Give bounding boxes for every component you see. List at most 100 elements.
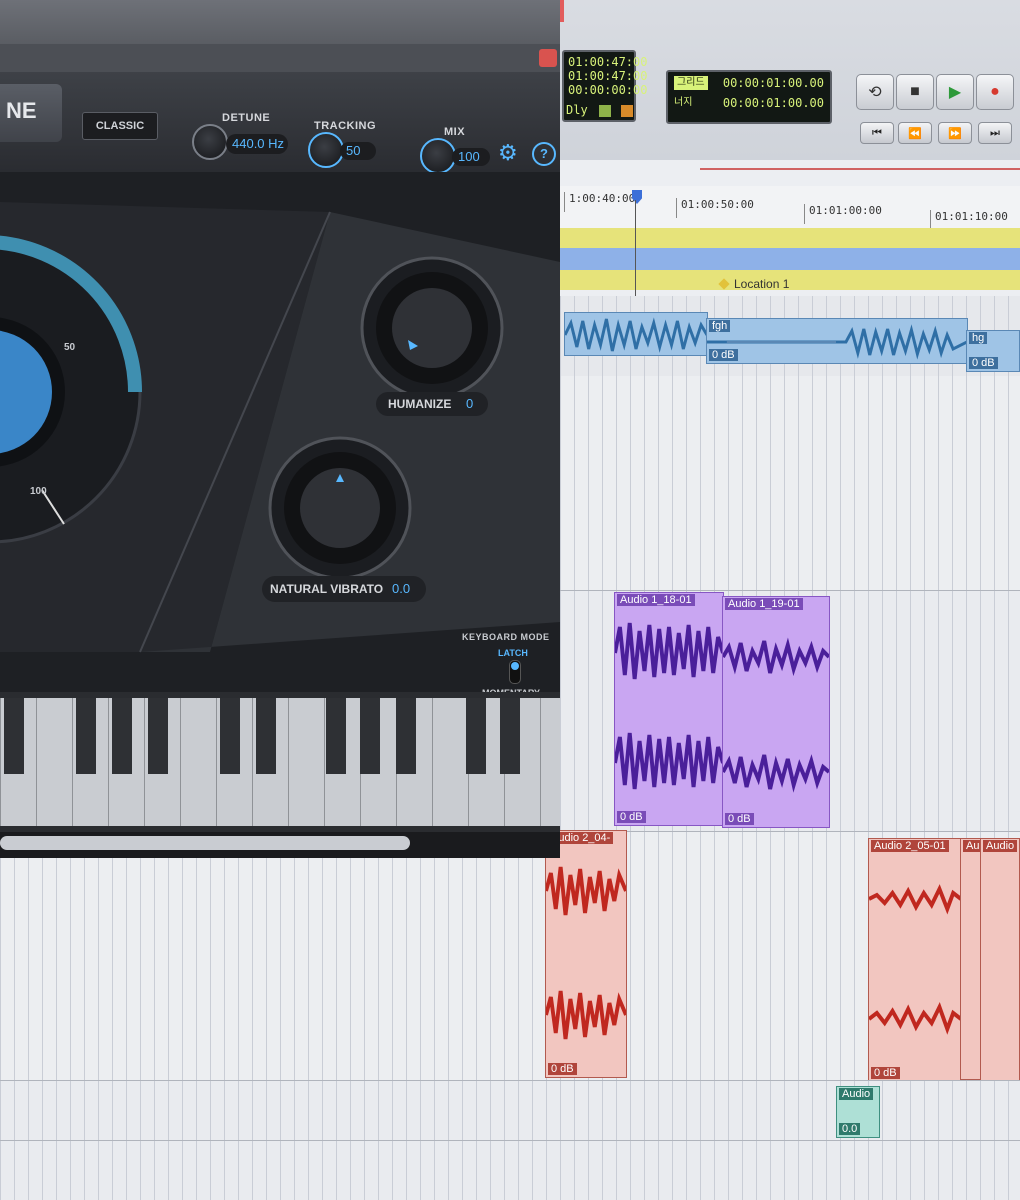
ruler-tick: 01:01:10:00 xyxy=(930,210,1008,230)
tracking-label: TRACKING xyxy=(314,120,377,132)
waveform xyxy=(565,317,707,353)
logo-text: NE xyxy=(6,98,37,123)
clip-name: Audio xyxy=(983,840,1018,852)
plugin-header-strip xyxy=(0,44,560,72)
vibrato-label: NATURAL VIBRATO xyxy=(270,582,384,596)
mix-value: 100 xyxy=(458,149,480,164)
grid-nudge-display: 그리드 00:00:01:00.00 너지 00:00:01:00.00 xyxy=(666,70,832,124)
waveform xyxy=(546,866,626,1040)
black-key[interactable] xyxy=(148,698,168,774)
humanize-value: 0 xyxy=(466,396,474,411)
black-key[interactable] xyxy=(4,698,24,774)
audio-clip-teal[interactable]: Audio 0.0 xyxy=(836,1086,880,1138)
mix-knob[interactable] xyxy=(420,138,456,174)
online-button[interactable]: ⟲ xyxy=(856,74,894,110)
waveform xyxy=(707,324,967,360)
clip-name: Audio 2_05-01 xyxy=(871,840,949,852)
black-key[interactable] xyxy=(500,698,520,774)
track-2-lane[interactable] xyxy=(560,376,1020,590)
clip-gain[interactable]: 0 dB xyxy=(725,813,754,825)
audio-clip-hg[interactable]: hg 0 dB xyxy=(966,330,1020,372)
classic-mode-button[interactable]: CLASSIC xyxy=(82,112,158,140)
clip-gain[interactable]: 0 dB xyxy=(617,811,646,823)
black-key[interactable] xyxy=(360,698,380,774)
ruler-tick: 1:00:40:00 xyxy=(564,192,635,212)
clip-gain[interactable]: 0 dB xyxy=(548,1063,577,1075)
rewind-button[interactable]: ⏪ xyxy=(898,122,932,144)
dly-label: Dly xyxy=(566,103,588,117)
stop-button[interactable]: ■ xyxy=(896,74,934,110)
black-key[interactable] xyxy=(256,698,276,774)
help-icon[interactable]: ? xyxy=(532,142,556,166)
clip-gain[interactable]: 0.0 xyxy=(839,1123,861,1135)
clip-name: Audio 1_19-01 xyxy=(725,598,803,610)
audio-clip-purple-a[interactable]: Audio 1_18-01 0 dB xyxy=(614,592,724,826)
audio-clip-fgh[interactable]: fgh 0 dB xyxy=(706,318,968,364)
clip-gain[interactable]: 0 dB xyxy=(969,357,998,369)
settings-gear-icon[interactable]: ⚙ xyxy=(498,140,518,166)
timecode-ruler[interactable]: 1:00:40:00 01:00:50:00 01:01:00:00 01:01… xyxy=(560,186,1020,230)
retune-speed-dial[interactable] xyxy=(0,202,160,602)
audio-clip[interactable] xyxy=(564,312,708,356)
ruler-tick: 01:01:00:00 xyxy=(804,204,882,224)
clip-gain[interactable]: 0 dB xyxy=(871,1067,900,1079)
black-key[interactable] xyxy=(220,698,240,774)
black-key[interactable] xyxy=(396,698,416,774)
go-to-end-button[interactable]: ⏭ xyxy=(978,122,1012,144)
plugin-main-panel: 50 100 HUMANIZE 0 NATURAL VIBRATO 0.0 KE… xyxy=(0,172,560,698)
waveform xyxy=(723,637,829,793)
grid-tag[interactable]: 그리드 xyxy=(674,76,708,90)
track-divider xyxy=(0,1140,1020,1141)
audio-clip-red-b[interactable]: Audio 2_05-01 0 dB xyxy=(868,838,962,1082)
track-4-lane[interactable] xyxy=(0,858,1020,1080)
dly-toggle-2[interactable] xyxy=(621,104,634,117)
marker-lane: Location 1 xyxy=(560,276,1020,296)
tracking-knob[interactable] xyxy=(308,132,344,168)
keyboard-mode-label: KEYBOARD MODE xyxy=(462,632,550,642)
audio-clip-red-a[interactable]: Audio 2_04- 0 dB xyxy=(545,830,627,1078)
humanize-knob[interactable] xyxy=(358,254,508,404)
humanize-label-field[interactable]: HUMANIZE 0 xyxy=(376,392,488,416)
autotune-plugin-window: NE CLASSIC DETUNE 440.0 Hz TRACKING 50 M… xyxy=(0,0,560,858)
black-key[interactable] xyxy=(76,698,96,774)
lane-yellow-1 xyxy=(560,228,1020,248)
mix-value-field[interactable]: 100 xyxy=(452,148,490,166)
fast-forward-button[interactable]: ⏩ xyxy=(938,122,972,144)
dial-scale-label-100: 100 xyxy=(30,486,47,497)
grid-value[interactable]: 00:00:01:00.00 xyxy=(723,76,824,90)
keyboard-scrollbar[interactable] xyxy=(0,832,560,858)
play-button[interactable]: ▶ xyxy=(936,74,974,110)
audio-clip-purple-b[interactable]: Audio 1_19-01 0 dB xyxy=(722,596,830,828)
nudge-value[interactable]: 00:00:01:00.00 xyxy=(723,96,824,110)
scrollbar-thumb[interactable] xyxy=(0,836,410,850)
black-key[interactable] xyxy=(112,698,132,774)
dly-toggle[interactable] xyxy=(598,104,611,117)
playhead-line xyxy=(635,200,636,310)
tracking-value-field[interactable]: 50 xyxy=(340,142,376,160)
nudge-tag[interactable]: 너지 xyxy=(674,96,692,110)
location-marker-icon[interactable] xyxy=(718,278,730,290)
detune-label: DETUNE xyxy=(222,112,271,124)
latch-option[interactable]: LATCH xyxy=(498,648,528,658)
plugin-toolbar: NE CLASSIC DETUNE 440.0 Hz TRACKING 50 M… xyxy=(0,72,560,174)
clip-gain[interactable]: 0 dB xyxy=(709,349,738,361)
audio-clip-red-d[interactable]: Audio xyxy=(980,838,1020,1082)
waveform xyxy=(869,884,961,1035)
waveform xyxy=(615,622,723,790)
location-marker-label[interactable]: Location 1 xyxy=(734,277,789,291)
vibrato-label-field[interactable]: NATURAL VIBRATO 0.0 xyxy=(262,576,426,602)
piano-keyboard[interactable] xyxy=(0,692,560,832)
counter-line-1: 01:00:47:00 xyxy=(568,55,648,69)
black-key[interactable] xyxy=(466,698,486,774)
plugin-close-icon[interactable] xyxy=(539,49,557,67)
keyboard-mode-switch[interactable] xyxy=(509,660,521,684)
plugin-titlebar[interactable] xyxy=(0,0,560,44)
detune-knob[interactable] xyxy=(192,124,228,160)
humanize-label: HUMANIZE xyxy=(388,397,452,411)
record-button[interactable]: ● xyxy=(976,74,1014,110)
audio-clip-red-c[interactable]: Au xyxy=(960,838,983,1080)
natural-vibrato-knob[interactable] xyxy=(266,434,416,584)
black-key[interactable] xyxy=(326,698,346,774)
detune-value-field[interactable]: 440.0 Hz xyxy=(226,134,288,154)
return-to-zero-button[interactable]: ⏮ xyxy=(860,122,894,144)
